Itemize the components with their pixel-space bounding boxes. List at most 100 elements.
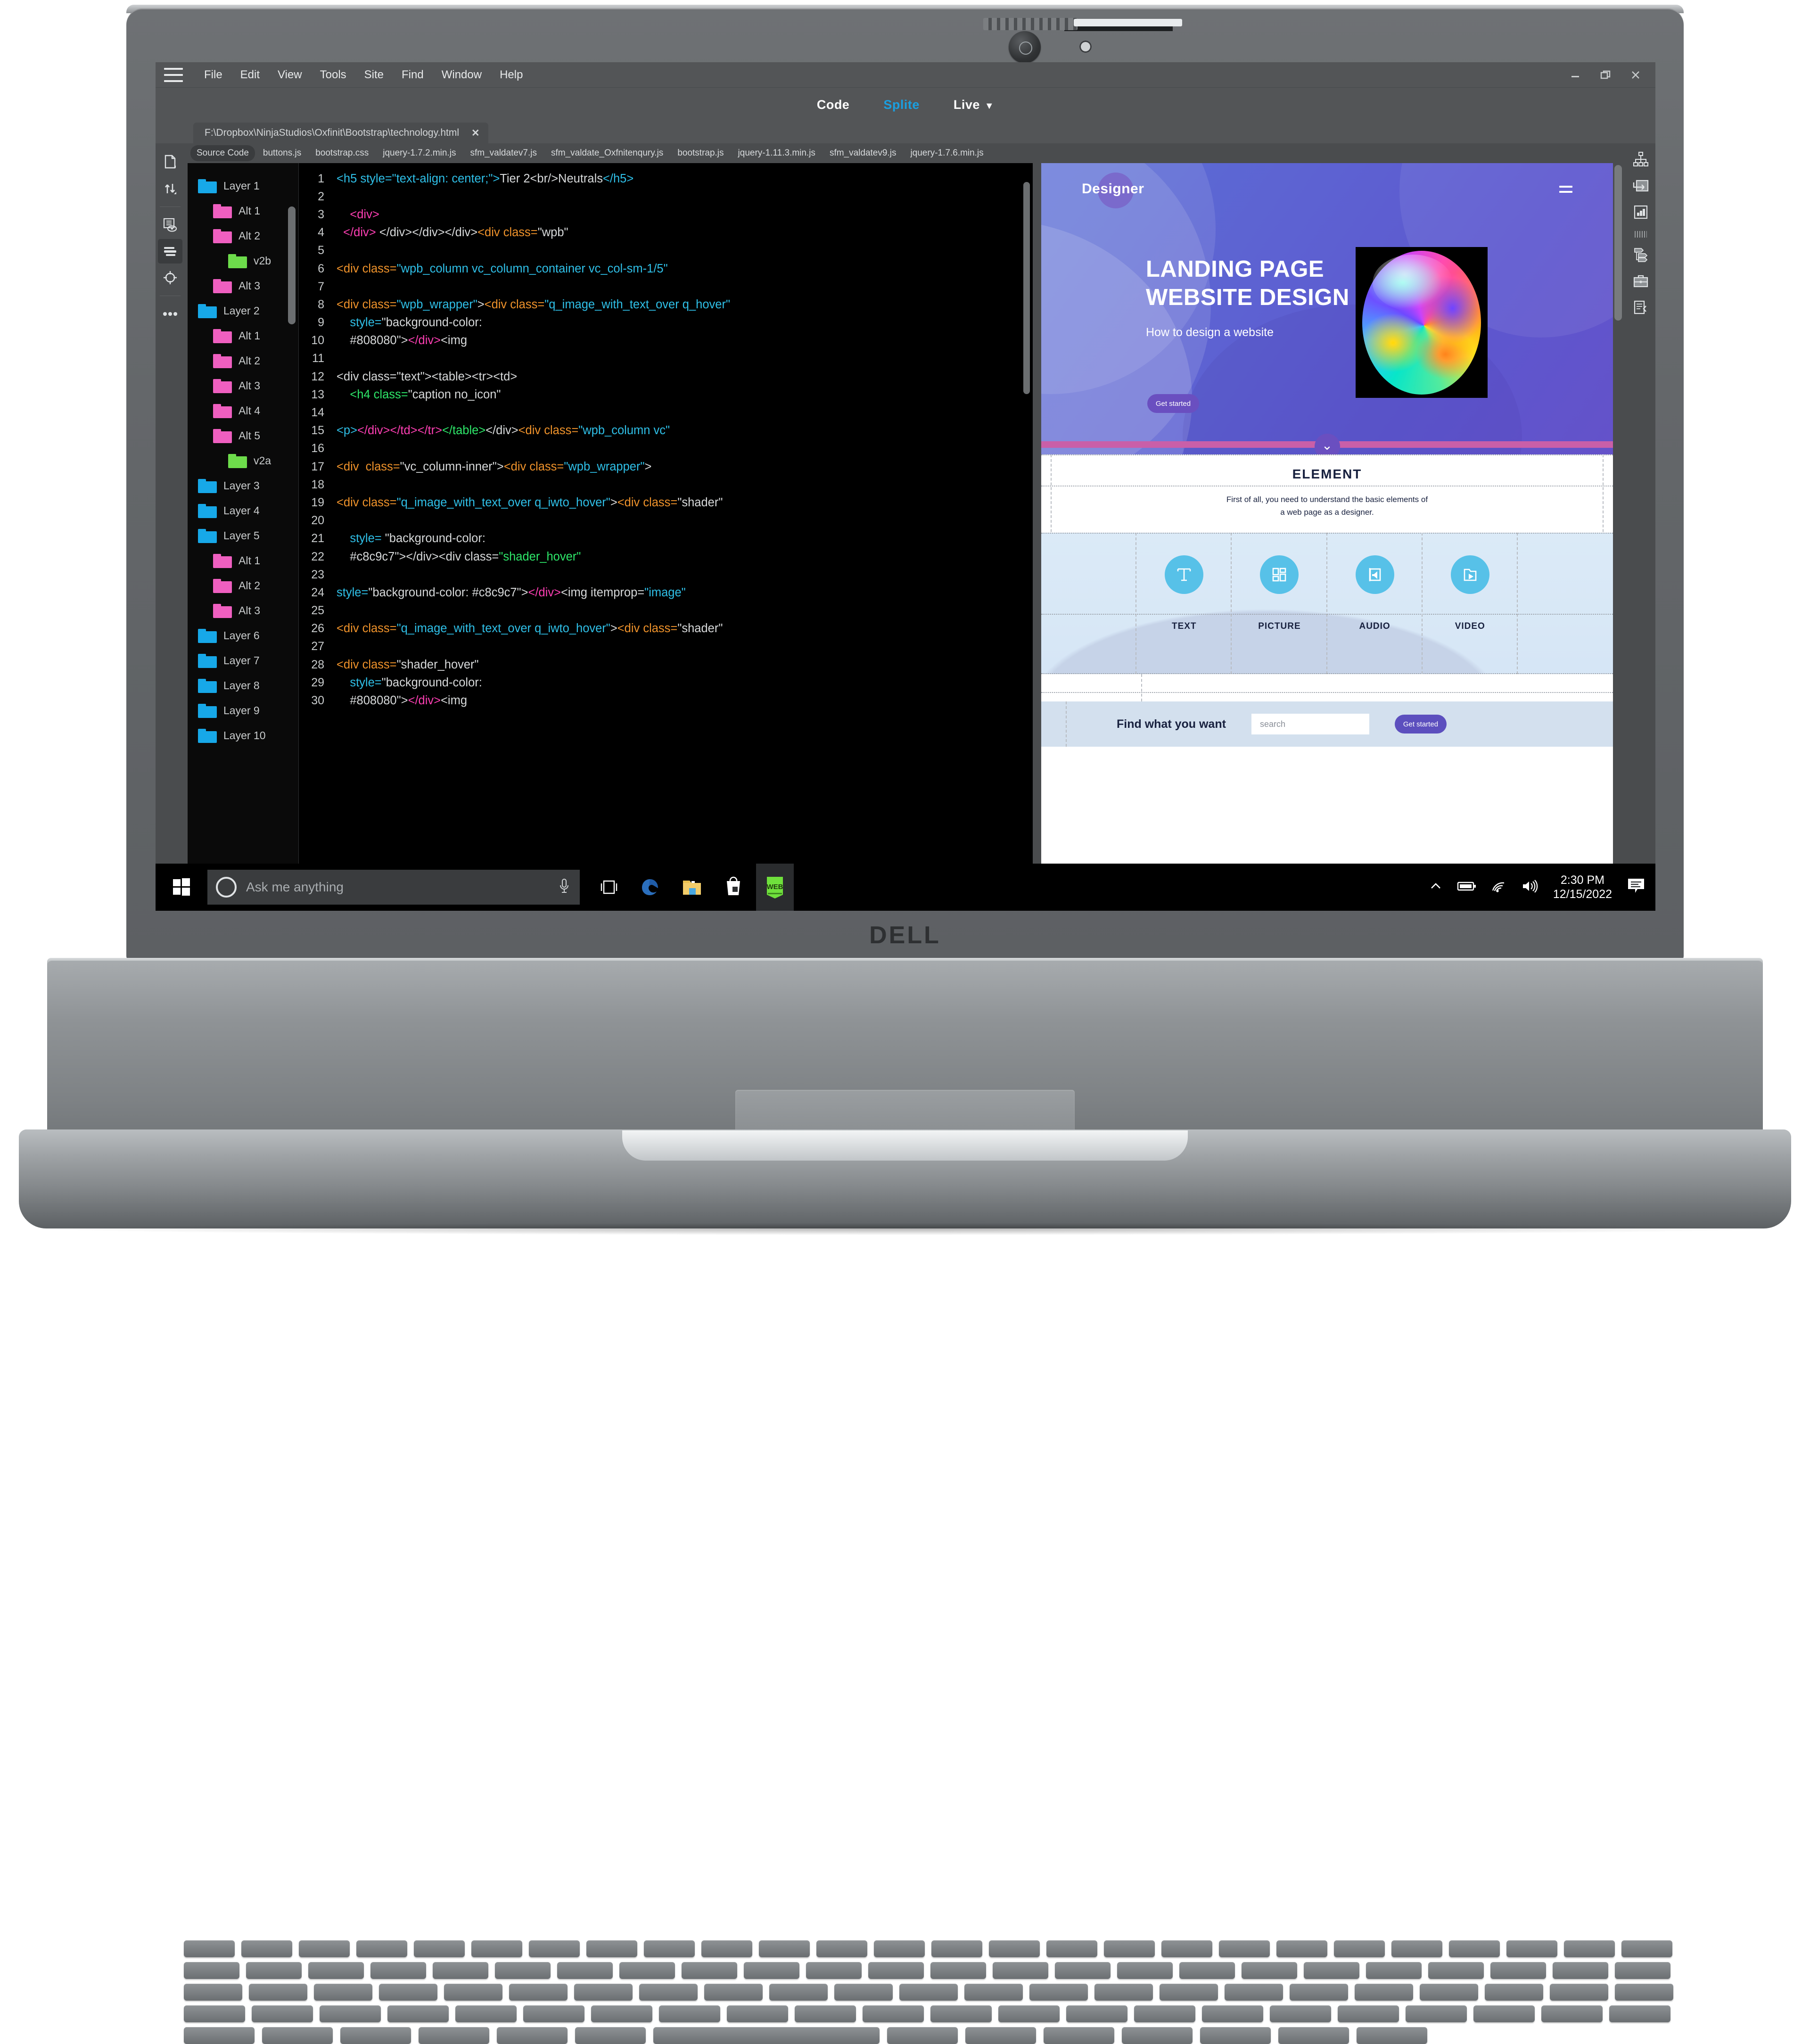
briefcase-icon[interactable] — [1629, 269, 1653, 293]
layer-tree-item[interactable]: Alt 2 — [198, 348, 298, 373]
mode-live[interactable]: Live ▼ — [954, 98, 994, 112]
preview-scrollbar-thumb[interactable] — [1614, 165, 1622, 321]
sitemap-icon[interactable] — [1629, 147, 1653, 172]
layer-tree-item[interactable]: Layer 5 — [198, 523, 298, 548]
element-card-text[interactable]: TEXT — [1136, 533, 1232, 675]
laptop-base-notch — [622, 1130, 1188, 1161]
layer-tree-item[interactable]: Alt 3 — [198, 373, 298, 398]
document-tab[interactable]: F:\Dropbox\NinjaStudios\Oxfinit\Bootstra… — [193, 123, 488, 143]
restore-icon[interactable] — [1590, 62, 1621, 88]
edge-icon[interactable] — [632, 864, 669, 911]
pane-splitter[interactable] — [1033, 163, 1041, 883]
layer-tree-item[interactable]: Layer 2 — [198, 298, 298, 323]
find-get-started-button[interactable]: Get started — [1394, 715, 1447, 734]
close-icon[interactable] — [1621, 62, 1651, 88]
grip-handle[interactable] — [1635, 231, 1647, 238]
hierarchy-icon[interactable] — [1629, 242, 1653, 267]
subtab-buttons-js[interactable]: buttons.js — [257, 145, 307, 161]
text-lines-icon[interactable] — [158, 239, 182, 264]
web-app-icon[interactable]: WEB — [756, 864, 794, 911]
layer-tree-item[interactable]: Alt 2 — [198, 223, 298, 248]
menu-view[interactable]: View — [269, 68, 311, 82]
menu-file[interactable]: File — [195, 68, 231, 82]
mode-splite[interactable]: Splite — [883, 98, 920, 112]
target-icon[interactable] — [158, 265, 182, 290]
subtab-jquery-1113[interactable]: jquery-1.11.3.min.js — [732, 145, 822, 161]
battery-icon[interactable] — [1457, 880, 1477, 895]
menu-tools[interactable]: Tools — [311, 68, 355, 82]
show-hidden-icons-chevron[interactable] — [1429, 879, 1443, 896]
microsoft-store-icon[interactable] — [715, 864, 752, 911]
layer-tree-item[interactable]: Alt 2 — [198, 573, 298, 598]
layer-tree-item[interactable]: Layer 3 — [198, 473, 298, 498]
section-gap — [1041, 674, 1613, 702]
subtab-sfm-valdatev7[interactable]: sfm_valdatev7.js — [464, 145, 543, 161]
insert-icon[interactable] — [1629, 173, 1653, 198]
volume-icon[interactable] — [1521, 879, 1539, 896]
layer-tree-item[interactable]: Layer 7 — [198, 648, 298, 673]
menu-edit[interactable]: Edit — [231, 68, 269, 82]
layers-scrollbar[interactable] — [288, 206, 296, 324]
hero-get-started-button[interactable]: Get started — [1147, 394, 1199, 413]
subtab-sfm-valdate-oxfnitenqury[interactable]: sfm_valdate_Oxfnitenqury.js — [545, 145, 669, 161]
element-card-audio[interactable]: AUDIO — [1327, 533, 1423, 675]
layer-tree-item[interactable]: Layer 4 — [198, 498, 298, 523]
menu-help[interactable]: Help — [491, 68, 532, 82]
layer-tree-item[interactable]: Layer 6 — [198, 623, 298, 648]
layer-tree-item[interactable]: Alt 3 — [198, 598, 298, 623]
layer-tree-item[interactable]: Alt 4 — [198, 398, 298, 423]
document-icon[interactable] — [158, 150, 182, 174]
subtab-jquery-172[interactable]: jquery-1.7.2.min.js — [377, 145, 462, 161]
hamburger-menu-icon[interactable] — [1559, 185, 1572, 193]
camera-indicator-light — [1079, 41, 1092, 53]
menu-find[interactable]: Find — [393, 68, 433, 82]
keyboard-key — [989, 1940, 1040, 1957]
search-input[interactable]: search — [1251, 714, 1369, 735]
layer-tree-item[interactable]: Layer 9 — [198, 698, 298, 723]
keyboard-key — [1391, 1940, 1442, 1957]
element-card-video[interactable]: VIDEO — [1423, 533, 1518, 675]
element-card-picture[interactable]: PICTURE — [1232, 533, 1327, 675]
menu-window[interactable]: Window — [433, 68, 491, 82]
line-number: 24 — [311, 585, 324, 599]
list-preview-icon[interactable] — [158, 213, 182, 237]
minimize-icon[interactable] — [1560, 62, 1590, 88]
assets-icon[interactable] — [1629, 200, 1653, 224]
code-snippet-icon[interactable] — [1629, 295, 1653, 320]
search-input[interactable]: Ask me anything — [207, 870, 580, 905]
layer-tree-item[interactable]: Alt 5 — [198, 423, 298, 448]
layer-tree-item[interactable]: Layer 10 — [198, 723, 298, 748]
hamburger-menu-icon[interactable] — [164, 67, 183, 82]
layer-tree-item[interactable]: Alt 1 — [198, 198, 298, 223]
layer-tree-item[interactable]: Alt 1 — [198, 548, 298, 573]
file-explorer-icon[interactable] — [673, 864, 711, 911]
task-view-icon[interactable] — [590, 864, 628, 911]
subtab-bootstrap-js[interactable]: bootstrap.js — [671, 145, 730, 161]
dreamweaver-app-window: File Edit View Tools Site Find Window He… — [156, 62, 1655, 911]
keyboard-key — [834, 1984, 893, 2001]
layer-tree-item[interactable]: Layer 1 — [198, 173, 298, 198]
subtab-source-code[interactable]: Source Code — [190, 145, 255, 161]
layer-tree-item[interactable]: Alt 3 — [198, 273, 298, 298]
code-editor[interactable]: 1 <h5 style="text-align: center;">Tier 2<… — [299, 163, 1033, 883]
more-options-icon[interactable] — [158, 302, 182, 326]
windows-start-icon[interactable] — [156, 864, 207, 911]
wifi-icon[interactable] — [1491, 879, 1507, 896]
taskbar-clock[interactable]: 2:30 PM 12/15/2022 — [1553, 873, 1612, 902]
action-center-icon[interactable] — [1626, 877, 1646, 898]
microphone-icon[interactable] — [557, 877, 571, 898]
subtab-sfm-valdatev9[interactable]: sfm_valdatev9.js — [823, 145, 903, 161]
preview-scrollbar-track[interactable] — [1613, 163, 1623, 883]
close-icon[interactable]: ✕ — [471, 127, 480, 139]
layer-tree-item[interactable]: v2b — [198, 248, 298, 273]
layer-tree-item[interactable]: v2a — [198, 448, 298, 473]
subtab-bootstrap-css[interactable]: bootstrap.css — [309, 145, 375, 161]
layer-tree-label: Layer 7 — [223, 654, 260, 667]
menu-site[interactable]: Site — [355, 68, 393, 82]
subtab-jquery-176[interactable]: jquery-1.7.6.min.js — [904, 145, 989, 161]
mode-code[interactable]: Code — [817, 98, 850, 112]
layer-tree-item[interactable]: Layer 8 — [198, 673, 298, 698]
code-scrollbar[interactable] — [1023, 182, 1030, 394]
sort-arrows-icon[interactable] — [158, 176, 182, 201]
layer-tree-item[interactable]: Alt 1 — [198, 323, 298, 348]
